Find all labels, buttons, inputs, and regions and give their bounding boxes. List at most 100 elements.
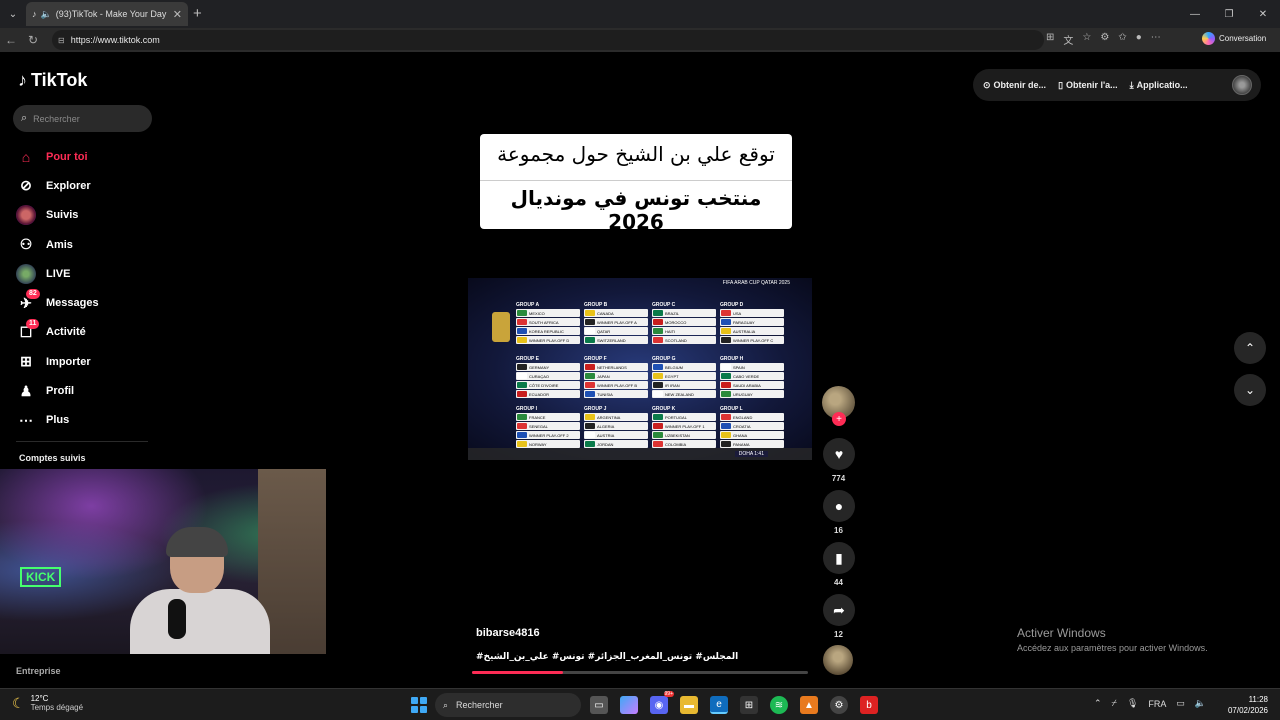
group-title: GROUP J (584, 406, 607, 412)
team-row: PARAGUAY (720, 318, 784, 326)
url-text: https://www.tiktok.com (70, 35, 160, 45)
draw-group: GROUP E GERMANY CURAÇAO CÔTE D'IVOIRE ECUADO… (516, 356, 580, 399)
close-tab-icon[interactable]: ✕ (173, 8, 182, 21)
draw-group: GROUP C BRAZIL MOROCCO HAITI SCOTLAND (652, 302, 716, 345)
store-icon[interactable]: ⊞ (740, 696, 758, 714)
sidebar-item-pour-toi[interactable]: ⌂ Pour toi (16, 142, 99, 171)
new-tab-button[interactable]: + (193, 5, 202, 22)
spotify-icon[interactable]: ≋ (770, 696, 788, 714)
app-install-icon[interactable]: ⊞ (1046, 32, 1054, 47)
audio-playing-icon[interactable]: 🔈 (41, 9, 52, 20)
flag-icon (517, 391, 527, 397)
team-name: SAUDI ARABIA (733, 382, 761, 388)
browser-tab[interactable]: ♪ 🔈 (93)TikTok - Make Your Day ✕ (26, 2, 188, 26)
flag-icon (721, 441, 731, 447)
follow-plus-icon[interactable]: + (832, 412, 846, 426)
music-disc-avatar[interactable] (823, 645, 853, 675)
sidebar-item-amis[interactable]: ⚇ Amis (16, 230, 99, 259)
desktop-app-button[interactable]: ⤓ Applicatio... (1130, 80, 1188, 91)
video-author[interactable]: bibarse4816 (476, 627, 540, 639)
compass-icon: ⊘ (20, 177, 32, 194)
task-view-icon[interactable]: ▭ (590, 696, 608, 714)
flag-icon (585, 382, 595, 388)
flag-icon (585, 423, 595, 429)
previous-video-button[interactable]: ⌃ (1234, 332, 1266, 364)
sidebar-item-profil[interactable]: ♟ Profil (16, 376, 99, 405)
sidebar-item-importer[interactable]: ⊞ Importer (16, 347, 99, 376)
file-explorer-icon[interactable]: ▬ (680, 696, 698, 714)
copilot-conversation-button[interactable]: Conversation (1202, 32, 1266, 45)
save-button[interactable]: ▮ (823, 542, 855, 574)
display-icon[interactable]: ▭ (1176, 698, 1185, 709)
team-name: AUSTRIA (597, 432, 615, 438)
download-icon: ⤓ (1129, 79, 1134, 90)
edge-icon[interactable]: e (710, 696, 728, 714)
sidebar-nav: ⌂ Pour toi ⊘ Explorer Suivis ⚇ Amis LIVE… (16, 142, 99, 435)
vlc-icon[interactable]: ▲ (800, 696, 818, 714)
copilot-app-icon[interactable] (620, 696, 638, 714)
tiktok-logo[interactable]: ♪ TikTok (18, 70, 87, 91)
language-indicator[interactable]: FRA (1148, 699, 1166, 709)
translate-icon[interactable]: 文 (1063, 32, 1073, 47)
team-row: GERMANY (516, 363, 580, 371)
video-progress-bar[interactable] (472, 671, 808, 674)
steam-icon[interactable]: ⚙ (830, 696, 848, 714)
start-button[interactable] (411, 697, 427, 713)
search-input[interactable]: ⌕ Rechercher (13, 105, 152, 132)
volume-icon[interactable]: 🔈 (1195, 698, 1206, 709)
streamer-hoodie (130, 589, 270, 654)
get-app-button[interactable]: ▯ Obtenir l'a... (1058, 80, 1118, 91)
favorite-star-icon[interactable]: ☆ (1082, 32, 1091, 47)
team-name: KOREA REPUBLIC (529, 328, 564, 334)
activity-badge: 11 (26, 318, 40, 329)
taskbar-clock[interactable]: 11:28 07/02/2026 (1226, 694, 1268, 716)
url-field[interactable]: ⊟ https://www.tiktok.com (52, 30, 1044, 50)
tab-actions-icon[interactable]: ⌄ (0, 0, 26, 28)
restore-icon[interactable]: ❐ (1212, 0, 1246, 28)
team-row: CÔTE D'IVOIRE (516, 381, 580, 389)
sidebar-item-plus[interactable]: ⋯ Plus (16, 406, 99, 435)
sidebar-item-activite[interactable]: ☐ 11 Activité (16, 318, 99, 347)
flag-icon (517, 432, 527, 438)
flag-icon (585, 441, 595, 447)
activate-title: Activer Windows (1017, 626, 1106, 640)
tray-chevron-up-icon[interactable]: ⌃ (1094, 698, 1102, 709)
flag-icon (653, 328, 663, 334)
network-off-icon[interactable]: ⌿ (1112, 698, 1117, 709)
sidebar-item-live[interactable]: LIVE (16, 259, 99, 288)
weather-widget[interactable]: ☾ 12°C Temps dégagé (12, 694, 83, 712)
video-hashtags[interactable]: #المجلس# تونس_المغرب_الجزائر# تونس# علي_… (476, 652, 738, 662)
favorites-icon[interactable]: ✩ (1118, 32, 1126, 47)
next-video-button[interactable]: ⌄ (1234, 374, 1266, 406)
sidebar-item-suivis[interactable]: Suivis (16, 201, 99, 230)
comment-button[interactable]: ● (823, 490, 855, 522)
profile-avatar-icon[interactable]: ● (1136, 32, 1142, 47)
entreprise-link[interactable]: Entreprise (16, 666, 61, 676)
team-name: MOROCCO (665, 319, 687, 325)
doha-time: DOHA 1:41 (734, 451, 768, 457)
close-window-icon[interactable]: ✕ (1246, 0, 1280, 28)
microphone-icon[interactable]: 🎙 (1127, 698, 1138, 709)
draw-group: GROUP B CANADA WINNER PLAY-OFF A QATAR SWITZ… (584, 302, 648, 345)
back-icon[interactable]: ← (0, 33, 22, 47)
discord-icon[interactable]: ◉ 99+ (650, 691, 674, 714)
weather-desc: Temps dégagé (30, 703, 84, 712)
sidebar-item-messages[interactable]: ✈ 82 Messages (16, 288, 99, 317)
share-button[interactable]: ➦ (823, 594, 855, 626)
flag-icon (517, 382, 527, 388)
site-info-icon[interactable]: ⊟ (58, 36, 65, 45)
like-button[interactable]: ♥ (823, 438, 855, 470)
minimize-icon[interactable]: — (1178, 0, 1212, 28)
team-name: BRAZIL (665, 310, 680, 316)
sidebar-item-label: Suivis (46, 209, 79, 222)
refresh-icon[interactable]: ↻ (22, 33, 44, 47)
more-icon[interactable]: ⋯ (1151, 32, 1161, 47)
user-avatar[interactable] (1232, 75, 1252, 95)
extensions-icon[interactable]: ⚙ (1100, 32, 1109, 47)
windows-taskbar: ☾ 12°C Temps dégagé ⌕ Rechercher ▭ ◉ 99+ … (0, 688, 1280, 720)
taskbar-search[interactable]: ⌕ Rechercher (435, 693, 581, 717)
video-player[interactable]: FIFA ARAB CUP QATAR 2025 DOHA 1:41 GROUP… (468, 278, 812, 460)
get-coins-button[interactable]: ⊙ Obtenir de... (983, 80, 1046, 91)
sidebar-item-explorer[interactable]: ⊘ Explorer (16, 171, 99, 200)
app-b-icon[interactable]: b (860, 696, 878, 714)
